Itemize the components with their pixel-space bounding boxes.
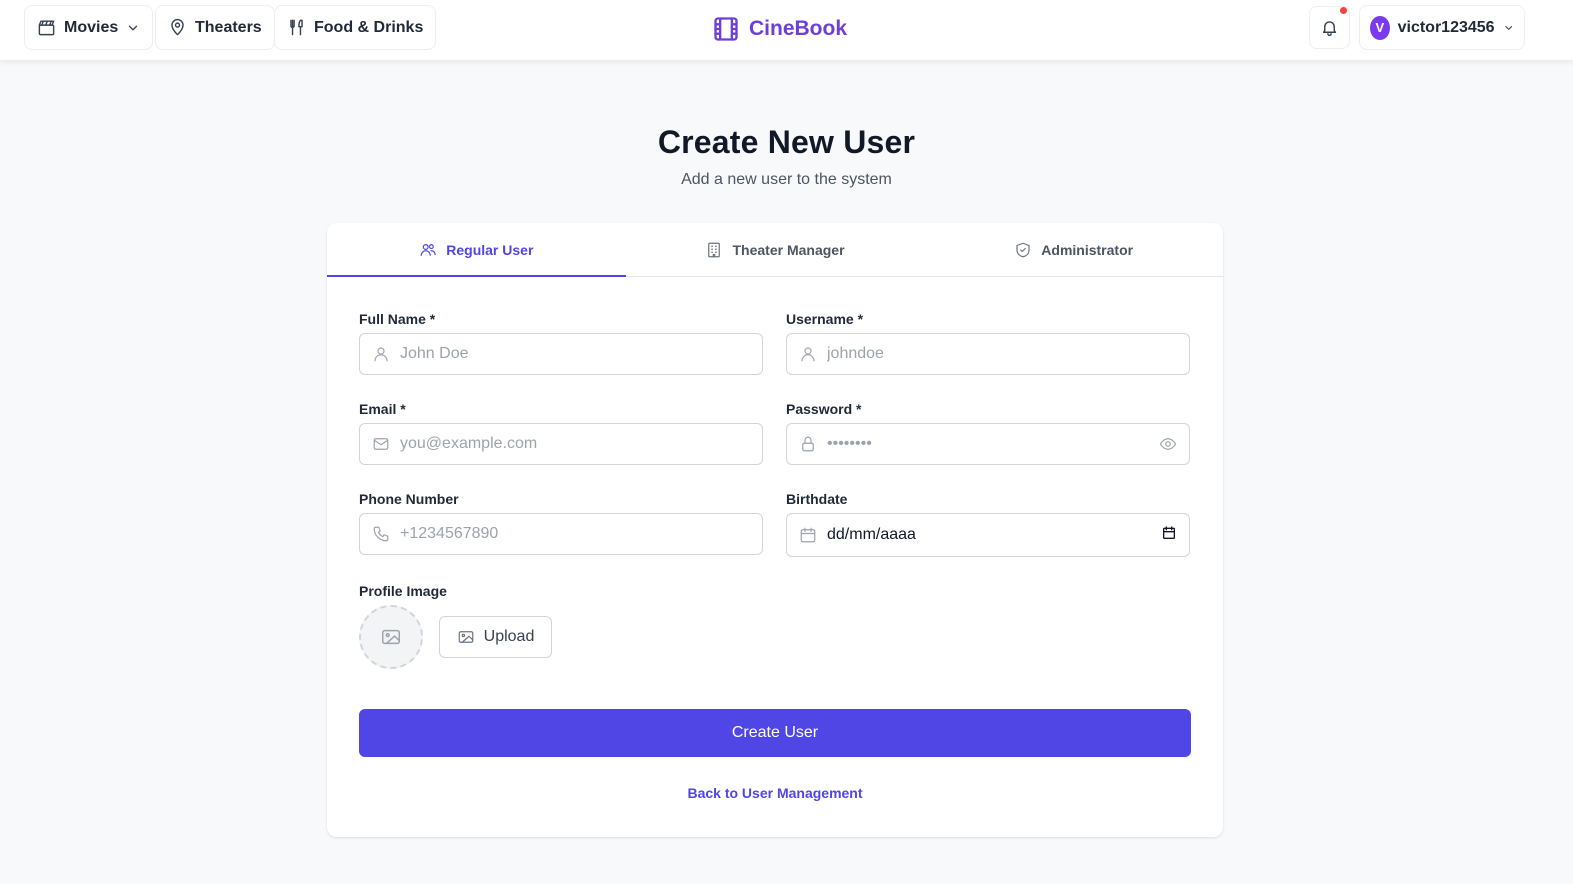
page-title: Create New User [657, 124, 916, 160]
phone-field[interactable] [359, 513, 763, 555]
upload-button-label: Upload [483, 628, 535, 645]
chevron-down-icon [129, 25, 138, 30]
calendar-picker-icon [1163, 525, 1175, 539]
eye-icon[interactable] [1159, 435, 1177, 453]
password-input[interactable] [827, 435, 1149, 453]
chevron-down-icon [1504, 25, 1512, 30]
back-to-user-management-link[interactable]: Back to User Management [327, 785, 1223, 801]
lock-icon [802, 436, 814, 452]
notifications-button[interactable] [1309, 6, 1350, 49]
upload-button[interactable]: Upload [439, 616, 552, 658]
username-label: Username * [786, 311, 864, 327]
username-label: victor123456 [1397, 18, 1495, 36]
shield-icon [1016, 242, 1030, 257]
bell-icon [1322, 21, 1337, 37]
full-name-field[interactable] [359, 333, 763, 375]
date-picker-button[interactable] [1161, 525, 1177, 546]
password-label: Password * [786, 401, 862, 417]
username-field[interactable] [786, 333, 1190, 375]
map-pin-icon [171, 18, 184, 36]
email-field[interactable] [359, 423, 763, 465]
image-icon [382, 629, 400, 645]
phone-input[interactable] [400, 525, 750, 543]
brand-logo[interactable]: CineBook [712, 14, 847, 44]
image-icon [458, 631, 473, 643]
tab-label: Theater Manager [732, 241, 845, 258]
password-field[interactable] [786, 423, 1190, 465]
building-icon [708, 242, 721, 257]
user-menu-button[interactable]: V victor123456 [1359, 5, 1525, 50]
phone-icon [373, 526, 389, 542]
email-label: Email * [359, 401, 406, 417]
full-name-input[interactable] [400, 345, 750, 363]
tab-label: Administrator [1041, 241, 1134, 258]
food-drinks-nav-label: Food & Drinks [314, 18, 424, 36]
tab-label: Regular User [446, 241, 534, 258]
user-type-tabs: Regular User Theater Manager Administrat… [327, 223, 1223, 277]
birthdate-label: Birthdate [786, 491, 848, 507]
create-user-card: Regular User Theater Manager Administrat… [327, 223, 1223, 837]
top-navbar: Movies Theaters Food & Drinks CineBook V… [0, 0, 1573, 60]
notification-badge [1340, 7, 1347, 14]
email-input[interactable] [400, 435, 750, 453]
brand-name: CineBook [749, 17, 848, 40]
movies-menu-button[interactable]: Movies [24, 5, 154, 50]
page-subtitle: Add a new user to the system [681, 171, 892, 188]
clapperboard-icon [38, 20, 55, 36]
user-icon [801, 347, 815, 362]
full-name-label: Full Name * [359, 311, 436, 327]
phone-label: Phone Number [359, 491, 459, 507]
create-user-button[interactable]: Create User [359, 709, 1191, 757]
tab-administrator[interactable]: Administrator [924, 223, 1223, 276]
user-icon [374, 347, 388, 362]
calendar-icon [800, 527, 816, 543]
theaters-nav-button[interactable]: Theaters [155, 5, 275, 50]
users-icon [420, 243, 436, 256]
birthdate-field[interactable]: dd/mm/aaaa [786, 513, 1190, 557]
mail-icon [373, 438, 389, 450]
profile-image-label: Profile Image [359, 583, 447, 599]
tab-regular-user[interactable]: Regular User [327, 223, 626, 277]
movies-menu-label: Movies [64, 18, 119, 36]
username-input[interactable] [827, 345, 1177, 363]
theaters-nav-label: Theaters [195, 18, 262, 36]
food-drinks-nav-button[interactable]: Food & Drinks [274, 5, 437, 50]
utensils-icon [290, 19, 303, 36]
profile-image-preview[interactable] [359, 605, 423, 669]
birthdate-input[interactable]: dd/mm/aaaa [827, 526, 1151, 544]
tab-theater-manager[interactable]: Theater Manager [626, 223, 925, 276]
film-icon [714, 17, 738, 41]
avatar: V [1370, 15, 1390, 40]
